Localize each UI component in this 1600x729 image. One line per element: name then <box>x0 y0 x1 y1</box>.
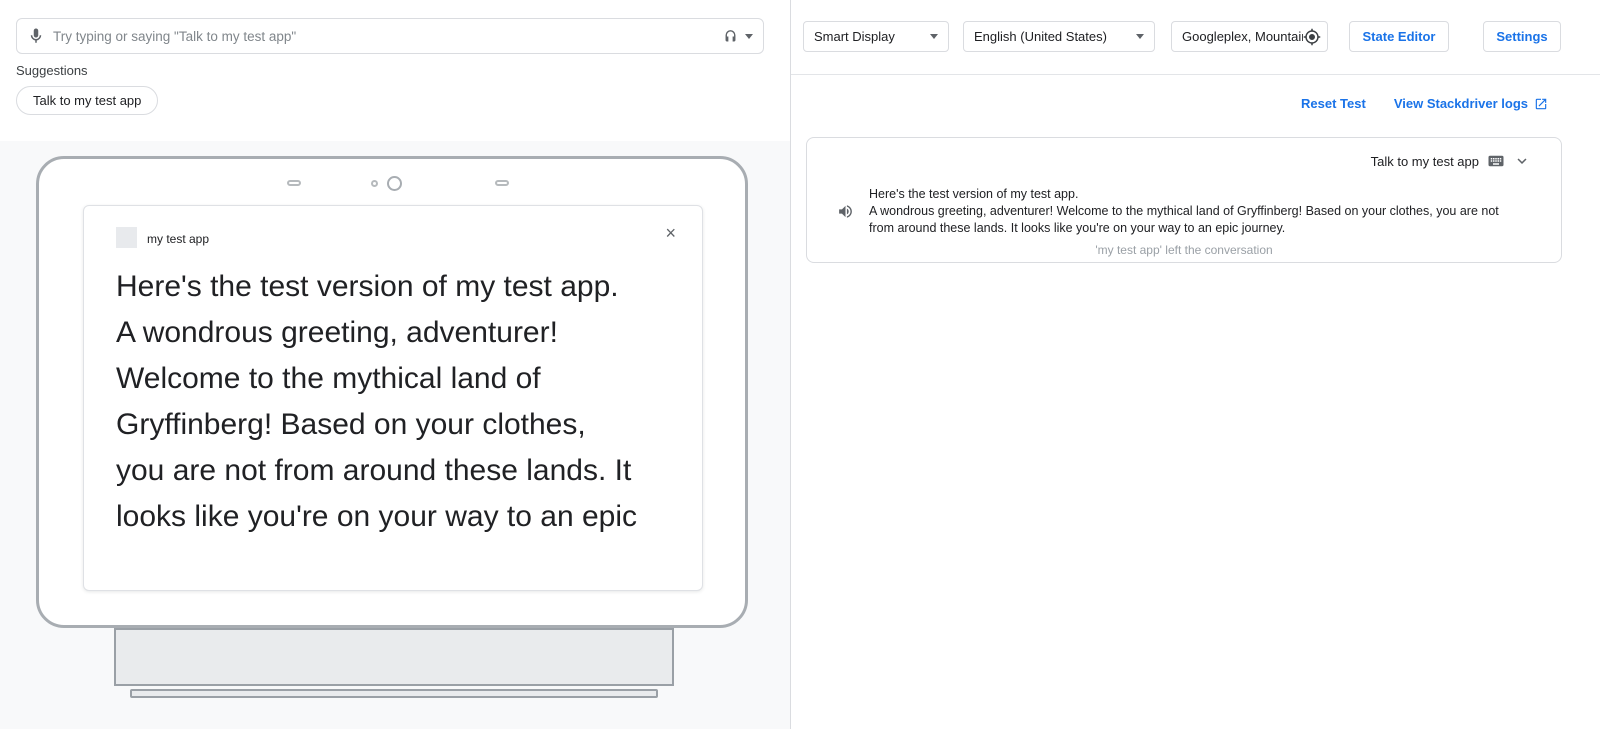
user-query-label: Talk to my test app <box>1371 154 1479 169</box>
chevron-down-icon <box>930 34 938 39</box>
device-screen-header: my test app × <box>84 206 702 256</box>
my-location-icon[interactable] <box>1303 28 1321 46</box>
suggestions-label: Suggestions <box>16 63 88 78</box>
smart-display-frame: my test app × Here's the test version of… <box>36 156 748 628</box>
query-input-bar <box>16 18 764 54</box>
conversation-card: Talk to my test app <box>806 137 1562 263</box>
device-camera-dot-icon <box>371 180 378 187</box>
close-icon[interactable]: × <box>665 224 676 242</box>
screen-text-line: Here's the test version of my test app. <box>116 264 688 310</box>
settings-button[interactable]: Settings <box>1483 21 1561 52</box>
response-line: Here's the test version of my test app. <box>869 186 1519 203</box>
language-select-value: English (United States) <box>974 29 1130 44</box>
state-editor-button[interactable]: State Editor <box>1349 21 1449 52</box>
screen-text-line: you are not from around these lands. It <box>116 448 688 494</box>
response-body: A wondrous greeting, adventurer! Welcome… <box>869 203 1519 237</box>
simulator-left-panel: Suggestions Talk to my test app my test … <box>0 0 790 729</box>
keyboard-icon <box>1487 152 1505 170</box>
device-sensor-icon <box>287 180 301 186</box>
screen-text-line: A wondrous greeting, adventurer! <box>116 310 688 356</box>
device-foot <box>130 689 658 698</box>
device-screen-text: Here's the test version of my test app. … <box>116 264 688 536</box>
view-stackdriver-logs-link[interactable]: View Stackdriver logs <box>1394 96 1548 111</box>
conversation-status: 'my test app' left the conversation <box>807 243 1561 257</box>
app-response-row: Here's the test version of my test app. … <box>837 186 1537 237</box>
query-input[interactable] <box>53 29 722 44</box>
simulator-right-panel: Smart Display English (United States) St… <box>790 0 1600 729</box>
surface-select[interactable]: Smart Display <box>803 21 949 52</box>
screen-text-line: Welcome to the mythical land of <box>116 356 688 402</box>
external-link-icon <box>1534 97 1548 111</box>
test-links-row: Reset Test View Stackdriver logs <box>1301 96 1548 111</box>
suggestion-chip[interactable]: Talk to my test app <box>16 86 158 115</box>
device-sensor-icon <box>495 180 509 186</box>
simulator-toolbar: Smart Display English (United States) St… <box>791 0 1600 75</box>
app-name-label: my test app <box>147 232 209 246</box>
screen-text-line: Gryffinberg! Based on your clothes, <box>116 402 688 448</box>
language-select[interactable]: English (United States) <box>963 21 1155 52</box>
device-stand <box>114 628 674 686</box>
device-camera-icon <box>387 176 402 191</box>
speaker-icon[interactable] <box>837 186 854 237</box>
screen-text-line: looks like you're on your way to an epic <box>116 494 688 536</box>
chevron-down-icon[interactable] <box>1513 152 1531 170</box>
simulator-page: Suggestions Talk to my test app my test … <box>0 0 1600 729</box>
audio-input-icon[interactable] <box>722 28 739 45</box>
app-response-text: Here's the test version of my test app. … <box>869 186 1519 237</box>
app-avatar <box>116 227 137 248</box>
audio-menu-caret-icon[interactable] <box>745 34 753 39</box>
microphone-icon[interactable] <box>27 27 45 45</box>
reset-test-link[interactable]: Reset Test <box>1301 96 1366 111</box>
view-logs-label: View Stackdriver logs <box>1394 96 1528 111</box>
device-screen-card: my test app × Here's the test version of… <box>83 205 703 591</box>
location-input[interactable] <box>1182 29 1303 44</box>
chevron-down-icon <box>1136 34 1144 39</box>
user-query-row: Talk to my test app <box>1371 152 1531 170</box>
surface-select-value: Smart Display <box>814 29 924 44</box>
location-field <box>1171 21 1328 52</box>
